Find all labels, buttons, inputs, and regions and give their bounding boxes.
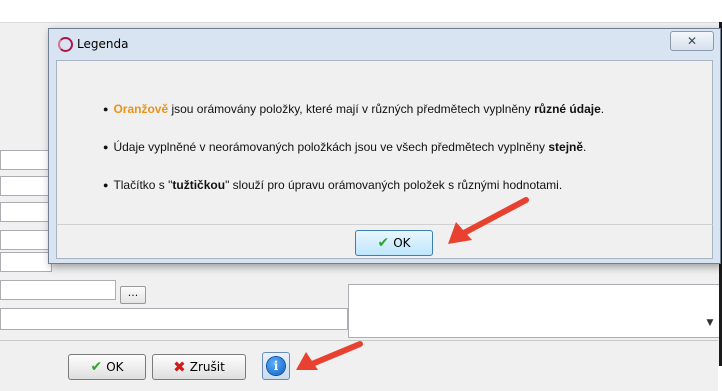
- form-field[interactable]: [0, 202, 52, 222]
- list-box[interactable]: [348, 284, 719, 338]
- check-icon: ✔: [90, 359, 103, 375]
- cancel-button-label: Zrušit: [189, 360, 225, 374]
- orange-highlight-text: Oranžově: [113, 102, 169, 116]
- ok-button-label: OK: [106, 360, 124, 374]
- cancel-x-icon: ✖: [173, 357, 186, 376]
- legend-text-start: Tlačítko s ": [113, 178, 173, 192]
- annotation-arrow-dialog-ok: [448, 197, 529, 244]
- legend-dialog: Legenda ✕ ● Oranžově jsou orámovány polo…: [48, 28, 721, 264]
- dialog-title: Legenda: [77, 37, 129, 51]
- dialog-content: ● Oranžově jsou orámovány položky, které…: [56, 60, 713, 225]
- legend-text-end: .: [600, 102, 605, 116]
- form-field[interactable]: [0, 230, 52, 250]
- background-titlebar: [0, 0, 722, 23]
- info-icon: i: [267, 357, 285, 375]
- legend-line-1: ● Oranžově jsou orámovány položky, které…: [103, 102, 604, 116]
- form-field[interactable]: [0, 252, 52, 272]
- close-button[interactable]: ✕: [670, 31, 714, 51]
- form-field[interactable]: [0, 308, 348, 330]
- bullet-icon: ●: [103, 142, 109, 152]
- ok-button[interactable]: ✔ OK: [68, 354, 146, 380]
- dialog-titlebar[interactable]: Legenda ✕: [49, 29, 720, 59]
- annotation-arrow-info: [296, 341, 363, 370]
- form-field[interactable]: [0, 176, 52, 196]
- dialog-ok-label: OK: [393, 236, 411, 250]
- info-button[interactable]: i: [262, 352, 290, 380]
- legend-text: Údaje vyplněné v neorámovaných položkách…: [113, 140, 549, 154]
- legend-line-3: ● Tlačítko s " tužtičkou " slouží pro úp…: [103, 178, 562, 192]
- cancel-button[interactable]: ✖ Zrušit: [152, 354, 246, 380]
- form-field[interactable]: [0, 150, 52, 170]
- legend-line-2: ● Údaje vyplněné v neorámovaných položká…: [103, 140, 586, 154]
- legend-text: " slouží pro úpravu orámovaných položek …: [225, 178, 563, 192]
- app-logo-icon: [58, 37, 73, 52]
- dialog-ok-button[interactable]: ✔ OK: [355, 230, 433, 256]
- scroll-down-arrow-icon[interactable]: ▼: [702, 312, 718, 334]
- legend-strong-text: tužtičkou: [172, 178, 226, 192]
- bullet-icon: ●: [103, 180, 109, 190]
- bullet-icon: ●: [103, 104, 109, 114]
- check-icon: ✔: [377, 235, 390, 251]
- legend-strong-text: různé údaje: [534, 102, 601, 116]
- legend-text-end: .: [583, 140, 587, 154]
- close-icon: ✕: [686, 34, 698, 48]
- legend-strong-text: stejně: [548, 140, 584, 154]
- dialog-footer: ✔ OK: [56, 224, 713, 259]
- browse-button[interactable]: ...: [120, 286, 146, 304]
- legend-text: jsou orámovány položky, které mají v růz…: [168, 102, 535, 116]
- form-field[interactable]: [0, 280, 116, 300]
